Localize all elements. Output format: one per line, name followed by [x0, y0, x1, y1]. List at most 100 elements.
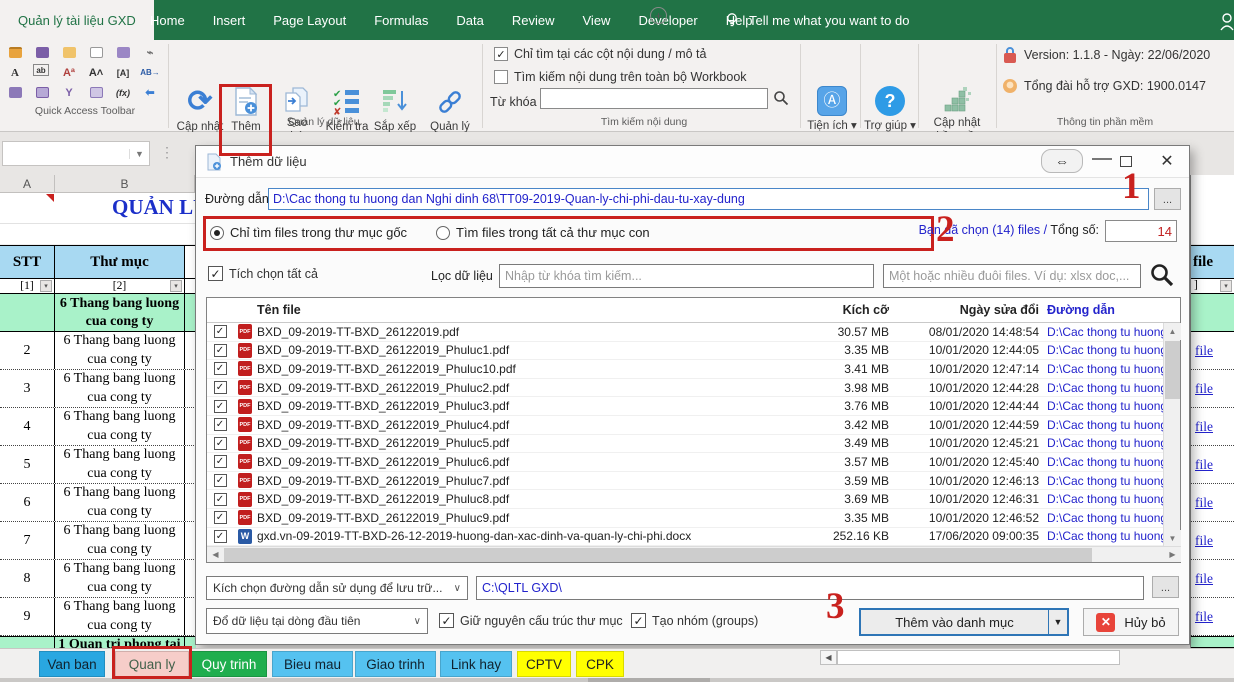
sheet-tab-cptv[interactable]: CPTV	[517, 651, 571, 677]
dialog-resize-button[interactable]: ⇔	[1041, 149, 1083, 173]
ribbon-tab[interactable]: Developer	[624, 0, 711, 40]
keep-structure-checkbox[interactable]: ✓	[439, 613, 454, 628]
file-row[interactable]: ✓ BXD_09-2019-TT-BXD_26122019_Phuluc6.pd…	[207, 453, 1163, 472]
ribbon-tab[interactable]: Home	[136, 0, 199, 40]
dialog-close-button[interactable]: ✕	[1151, 146, 1183, 176]
file-row[interactable]: ✓ BXD_09-2019-TT-BXD_26122019_Phuluc8.pd…	[207, 490, 1163, 509]
horizontal-scroll-thumb[interactable]	[224, 548, 1092, 562]
insert-row-combo[interactable]: Đổ dữ liệu tại dòng đầu tiên∨	[206, 608, 428, 634]
file-checkbox[interactable]: ✓	[214, 418, 227, 431]
back-icon[interactable]: ⬅	[141, 84, 159, 101]
name-box[interactable]: ▼	[2, 141, 150, 166]
sheet-row[interactable]: 8 6 Thang bang luong cua cong ty	[0, 560, 196, 598]
file-checkbox[interactable]: ✓	[214, 511, 227, 524]
font-grow-icon[interactable]: Aª	[60, 64, 78, 81]
vertical-scrollbar[interactable]: ▲ ▼	[1163, 323, 1180, 547]
ribbon-tab[interactable]: Page Layout	[259, 0, 360, 40]
table-icon[interactable]	[33, 84, 51, 101]
sheet-tab-van-ban[interactable]: Van ban	[39, 651, 105, 677]
file-extension-input[interactable]	[883, 264, 1141, 288]
column-header-a[interactable]: A	[0, 175, 55, 193]
sheet-row[interactable]: 4 6 Thang bang luong cua cong ty	[0, 408, 196, 446]
file-row[interactable]: ✓ BXD_09-2019-TT-BXD_26122019_Phuluc9.pd…	[207, 509, 1163, 528]
ribbon-tab[interactable]: Data	[442, 0, 497, 40]
briefcase-icon[interactable]	[6, 44, 24, 61]
column-header-b[interactable]: B	[55, 175, 195, 193]
table-search-icon[interactable]	[6, 84, 24, 101]
font-shrink-icon[interactable]: A˄	[87, 64, 105, 81]
row-folder-cell[interactable]: 6 Thang bang luong cua cong ty	[55, 370, 185, 407]
file-link[interactable]: file	[1195, 457, 1213, 473]
store-path-combo[interactable]: Kích chọn đường dẫn sử dụng để lưu trữ..…	[206, 576, 468, 600]
header-duong-dan[interactable]: Đường dẫn	[1047, 303, 1163, 317]
file-row[interactable]: ✓ BXD_09-2019-TT-BXD_26122019_Phuluc7.pd…	[207, 472, 1163, 491]
add-to-list-button[interactable]: Thêm vào danh mục ▼	[859, 608, 1069, 636]
tab-quan-ly-tai-lieu-gxd[interactable]: Quản lý tài liệu GXD	[0, 0, 154, 40]
bottom-scroll-left-icon[interactable]: ◀	[820, 650, 837, 665]
create-groups-checkbox[interactable]: ✓	[631, 613, 646, 628]
checkbox-search-workbook[interactable]	[494, 70, 508, 84]
search-icon[interactable]	[773, 90, 789, 106]
row-folder-cell[interactable]: 6 Thang bang luong cua cong ty	[55, 332, 185, 369]
file-checkbox[interactable]: ✓	[214, 437, 227, 450]
checkbox-search-columns[interactable]: ✓	[494, 47, 508, 61]
file-row[interactable]: ✓ BXD_09-2019-TT-BXD_26122019.pdf 30.57 …	[207, 323, 1163, 342]
sheet-tab-giao-trinh[interactable]: Giao trinh	[355, 651, 436, 677]
ribbon-tab[interactable]: Insert	[199, 0, 260, 40]
radio-sub-folders[interactable]	[436, 226, 450, 240]
file-checkbox[interactable]: ✓	[214, 474, 227, 487]
file-checkbox[interactable]: ✓	[214, 362, 227, 375]
horizontal-scrollbar[interactable]: ◀ ▶	[207, 546, 1181, 562]
sheet-row[interactable]: 2 6 Thang bang luong cua cong ty	[0, 332, 196, 370]
group-row-cell[interactable]: 6 Thang bang luong cua cong ty	[55, 294, 185, 331]
sheet-row[interactable]: 5 6 Thang bang luong cua cong ty	[0, 446, 196, 484]
file-checkbox[interactable]: ✓	[214, 493, 227, 506]
font-bold-icon[interactable]: A	[6, 64, 24, 81]
header-ngay-sua-doi[interactable]: Ngày sửa đổi	[895, 303, 1047, 317]
radio-root-folder[interactable]	[210, 226, 224, 240]
name-box-dropdown-icon[interactable]: ▼	[129, 149, 149, 159]
store-path-input[interactable]	[476, 576, 1144, 600]
file-checkbox[interactable]: ✓	[214, 381, 227, 394]
file-row[interactable]: ✓ BXD_09-2019-TT-BXD_26122019_Phuluc5.pd…	[207, 435, 1163, 454]
ribbon-tab[interactable]: Review	[498, 0, 569, 40]
sheet-row[interactable]: 6 6 Thang bang luong cua cong ty	[0, 484, 196, 522]
file-link[interactable]: file	[1195, 419, 1213, 435]
file-link[interactable]: file	[1195, 571, 1213, 587]
fx-icon[interactable]: (fx)	[114, 84, 132, 101]
row-folder-cell[interactable]: 6 Thang bang luong cua cong ty	[55, 522, 185, 559]
vertical-scroll-thumb[interactable]	[1165, 341, 1180, 399]
textbox-icon[interactable]: ab	[33, 64, 49, 76]
row-folder-cell[interactable]: 6 Thang bang luong cua cong ty	[55, 408, 185, 445]
sheet-row[interactable]: 3 6 Thang bang luong cua cong ty	[0, 370, 196, 408]
tell-me-box[interactable]: Tell me what you want to do	[724, 0, 909, 40]
open-folder-icon[interactable]	[60, 44, 78, 61]
file-row[interactable]: ✓ BXD_09-2019-TT-BXD_26122019_Phuluc2.pd…	[207, 379, 1163, 398]
file-checkbox[interactable]: ✓	[214, 344, 227, 357]
ribbon-tab[interactable]: View	[569, 0, 625, 40]
sheet-tab-bieu-mau[interactable]: Bieu mau	[272, 651, 353, 677]
file-row[interactable]: ✓ BXD_09-2019-TT-BXD_26122019_Phuluc10.p…	[207, 360, 1163, 379]
file-row[interactable]: ✓ BXD_09-2019-TT-BXD_26122019_Phuluc4.pd…	[207, 416, 1163, 435]
bottom-scrollbar-track[interactable]	[837, 650, 1120, 665]
file-checkbox[interactable]: ✓	[214, 455, 227, 468]
row-folder-cell[interactable]: 6 Thang bang luong cua cong ty	[55, 560, 185, 597]
bottom-scroll-thumb[interactable]	[588, 678, 710, 682]
filter-keyword-input[interactable]	[499, 264, 874, 288]
file-link[interactable]: file	[1195, 381, 1213, 397]
file-link[interactable]: file	[1195, 533, 1213, 549]
file-link[interactable]: file	[1195, 495, 1213, 511]
keyword-input[interactable]	[540, 88, 768, 109]
dialog-minimize-button[interactable]	[1092, 158, 1112, 160]
cancel-button[interactable]: ✕ Hủy bỏ	[1083, 608, 1179, 636]
sheet-tab-link-hay[interactable]: Link hay	[440, 651, 512, 677]
file-row[interactable]: ✓ BXD_09-2019-TT-BXD_26122019_Phuluc1.pd…	[207, 342, 1163, 361]
sheet-row[interactable]: 7 6 Thang bang luong cua cong ty	[0, 522, 196, 560]
org-chart-icon[interactable]	[114, 44, 132, 61]
row-folder-cell[interactable]: 6 Thang bang luong cua cong ty	[55, 484, 185, 521]
sheet-tab-cpk[interactable]: CPK	[576, 651, 624, 677]
sheet-tab-quy-trinh[interactable]: Quy trinh	[191, 651, 267, 677]
filter-cell-b[interactable]: [2]▾	[55, 279, 185, 293]
path-input[interactable]	[268, 188, 1149, 210]
row-folder-cell[interactable]: 6 Thang bang luong cua cong ty	[55, 598, 185, 635]
